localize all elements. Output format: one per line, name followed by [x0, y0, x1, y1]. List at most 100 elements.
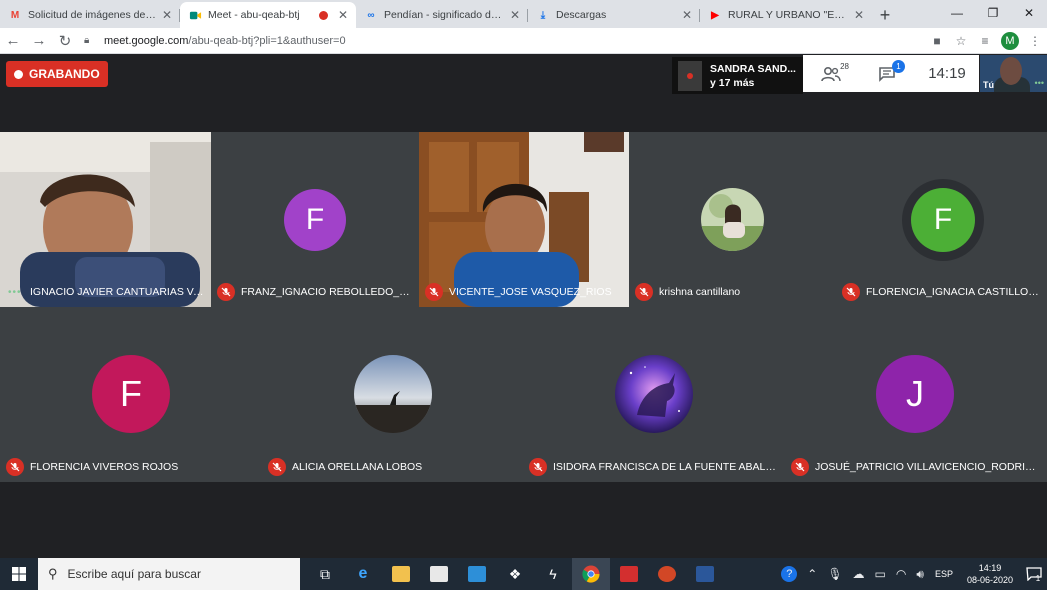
tab-label: Descargas [556, 9, 607, 21]
media-control-icon[interactable]: ≡ [973, 29, 997, 53]
url-path: /abu-qeab-btj?pli=1&authuser=0 [188, 34, 346, 47]
edge-icon[interactable]: e [344, 558, 382, 590]
tab-close-icon[interactable]: ✕ [338, 8, 348, 22]
tab-solicitud[interactable]: M Solicitud de imágenes de clase ✕ [0, 2, 180, 28]
participant-video [0, 132, 211, 307]
onedrive-icon[interactable]: ☁ [853, 567, 865, 581]
participant-avatar [354, 355, 432, 433]
presenter-chip[interactable]: SANDRA SAND... y 17 más [672, 57, 803, 94]
menu-kebab-icon[interactable]: ⋮ [1023, 29, 1047, 53]
presenter-thumbnail [678, 60, 702, 91]
tab-meet[interactable]: Meet - abu-qeab-btj ✕ [180, 2, 356, 28]
microphone-icon[interactable]: 🎙︎ [827, 567, 842, 581]
participant-tile[interactable]: F FLORENCIA VIVEROS ROJOS [0, 307, 262, 482]
participant-tile[interactable]: krishna cantillano [629, 132, 836, 307]
participants-count: 28 [840, 62, 849, 71]
recording-badge: GRABANDO [6, 61, 108, 87]
tab-descargas[interactable]: ⤓ Descargas ✕ [528, 2, 700, 28]
browser-tab-strip: M Solicitud de imágenes de clase ✕ Meet … [0, 0, 1047, 28]
minimize-icon[interactable]: — [939, 0, 975, 26]
more-options-icon[interactable]: ••• [1035, 78, 1044, 88]
youtube-favicon-icon: ▶ [711, 9, 719, 21]
participant-avatar: J [876, 355, 954, 433]
taskbar-apps: ⧉ e ❖ ϟ [306, 558, 724, 590]
taskbar-search-box[interactable]: ⚲ Escribe aquí para buscar [38, 558, 300, 590]
tab-close-icon[interactable]: ✕ [510, 8, 520, 22]
chat-button[interactable]: 1 [859, 55, 915, 92]
windows-taskbar: ⚲ Escribe aquí para buscar ⧉ e ❖ ϟ ? ⌃ 🎙… [0, 558, 1047, 590]
powerpoint-icon[interactable] [648, 558, 686, 590]
meet-stage: GRABANDO SANDRA SAND... y 17 más 28 1 14… [0, 55, 1047, 558]
tab-label: RURAL Y URBANO "EL CAMPO [728, 9, 850, 21]
muted-mic-icon [529, 458, 547, 476]
chat-count-badge: 1 [892, 60, 905, 73]
url-field[interactable]: 🔒︎ meet.google.com/abu-qeab-btj?pli=1&au… [84, 31, 915, 51]
muted-mic-icon [6, 458, 24, 476]
participant-avatar: F [911, 188, 975, 252]
windows-logo-icon [12, 567, 26, 581]
file-explorer-icon[interactable] [382, 558, 420, 590]
chevron-up-icon[interactable]: ⌃ [807, 567, 817, 581]
task-view-icon[interactable]: ⧉ [306, 558, 344, 590]
word-icon[interactable] [686, 558, 724, 590]
forward-icon[interactable]: → [26, 29, 52, 53]
participant-avatar [615, 355, 693, 433]
participant-name: IGNACIO JAVIER CANTUARIAS VAL... [30, 286, 205, 298]
participant-avatar [701, 188, 764, 251]
store-icon[interactable] [420, 558, 458, 590]
tab-close-icon[interactable]: ✕ [682, 8, 692, 22]
window-controls: — ❐ ✕ [939, 0, 1047, 26]
muted-mic-icon [635, 283, 653, 301]
participant-tile[interactable]: ••• IGNACIO JAVIER CANTUARIAS VAL... [0, 132, 211, 307]
winamp-icon[interactable]: ϟ [534, 558, 572, 590]
profile-avatar[interactable]: M [1001, 31, 1019, 50]
tab-pendian[interactable]: ∞ Pendían - significado de pendí ✕ [356, 2, 528, 28]
maximize-icon[interactable]: ❐ [975, 0, 1011, 26]
participant-name: ISIDORA FRANCISCA DE LA FUENTE ABALOS [553, 461, 779, 473]
system-tray: ? ⌃ 🎙︎ ☁ ▭ ◠ 🔊︎ ESP 14:19 08-06-2020 1 [776, 558, 1047, 590]
wifi-icon[interactable]: ◠ [896, 567, 906, 581]
battery-icon[interactable]: ▭ [875, 567, 886, 581]
participant-tile[interactable]: ISIDORA FRANCISCA DE LA FUENTE ABALOS [523, 307, 785, 482]
taskbar-clock[interactable]: 14:19 08-06-2020 [967, 562, 1013, 586]
recording-dot-icon [318, 10, 328, 20]
bookmark-star-icon[interactable]: ☆ [949, 29, 973, 53]
participant-video [419, 132, 629, 307]
lock-icon: 🔒︎ [84, 35, 90, 46]
close-window-icon[interactable]: ✕ [1011, 0, 1047, 26]
notification-center-icon[interactable]: 1 [1021, 558, 1047, 590]
self-view-tile[interactable]: Tú ••• [980, 55, 1047, 92]
participant-tile[interactable]: J JOSUÉ_PATRICIO VILLAVICENCIO_RODRIGUEZ [785, 307, 1047, 482]
participant-tile[interactable]: F FLORENCIA_IGNACIA CASTILLO_R... [836, 132, 1047, 307]
tab-youtube[interactable]: ▶ RURAL Y URBANO "EL CAMPO ✕ [700, 2, 872, 28]
participant-tile[interactable]: F FRANZ_IGNACIO REBOLLEDO_CAR... [211, 132, 419, 307]
participant-name: VICENTE_JOSE VASQUEZ_RIOS [449, 286, 612, 298]
tab-label: Pendían - significado de pendí [384, 9, 506, 21]
acrobat-icon[interactable] [610, 558, 648, 590]
tab-close-icon[interactable]: ✕ [854, 8, 864, 22]
windows-start-button[interactable] [0, 558, 38, 590]
camera-in-use-icon[interactable]: ■ [925, 29, 949, 53]
participants-button[interactable]: 28 [803, 55, 859, 92]
tab-close-icon[interactable]: ✕ [162, 8, 172, 22]
participant-name: ALICIA ORELLANA LOBOS [292, 461, 423, 473]
more-options-icon[interactable]: ••• [8, 287, 22, 298]
muted-mic-icon [842, 283, 860, 301]
help-icon[interactable]: ? [781, 566, 798, 582]
meet-clock: 14:19 [928, 65, 966, 82]
participant-tile[interactable]: ALICIA ORELLANA LOBOS [262, 307, 523, 482]
participant-name: FLORENCIA_IGNACIA CASTILLO_R... [866, 286, 1041, 298]
participant-avatar: F [92, 355, 170, 433]
back-icon[interactable]: ← [0, 29, 26, 53]
download-favicon-icon: ⤓ [540, 9, 546, 21]
volume-icon[interactable]: 🔊︎ [916, 567, 924, 582]
input-language[interactable]: ESP [935, 569, 953, 579]
participant-tile[interactable]: VICENTE_JOSE VASQUEZ_RIOS [419, 132, 629, 307]
dropbox-icon[interactable]: ❖ [496, 558, 534, 590]
new-tab-button[interactable]: + [872, 2, 898, 28]
mail-icon[interactable] [458, 558, 496, 590]
reload-icon[interactable]: ↻ [52, 29, 78, 53]
muted-mic-icon [217, 283, 235, 301]
presenter-others: y 17 más [710, 76, 755, 89]
chrome-icon[interactable] [572, 558, 610, 590]
